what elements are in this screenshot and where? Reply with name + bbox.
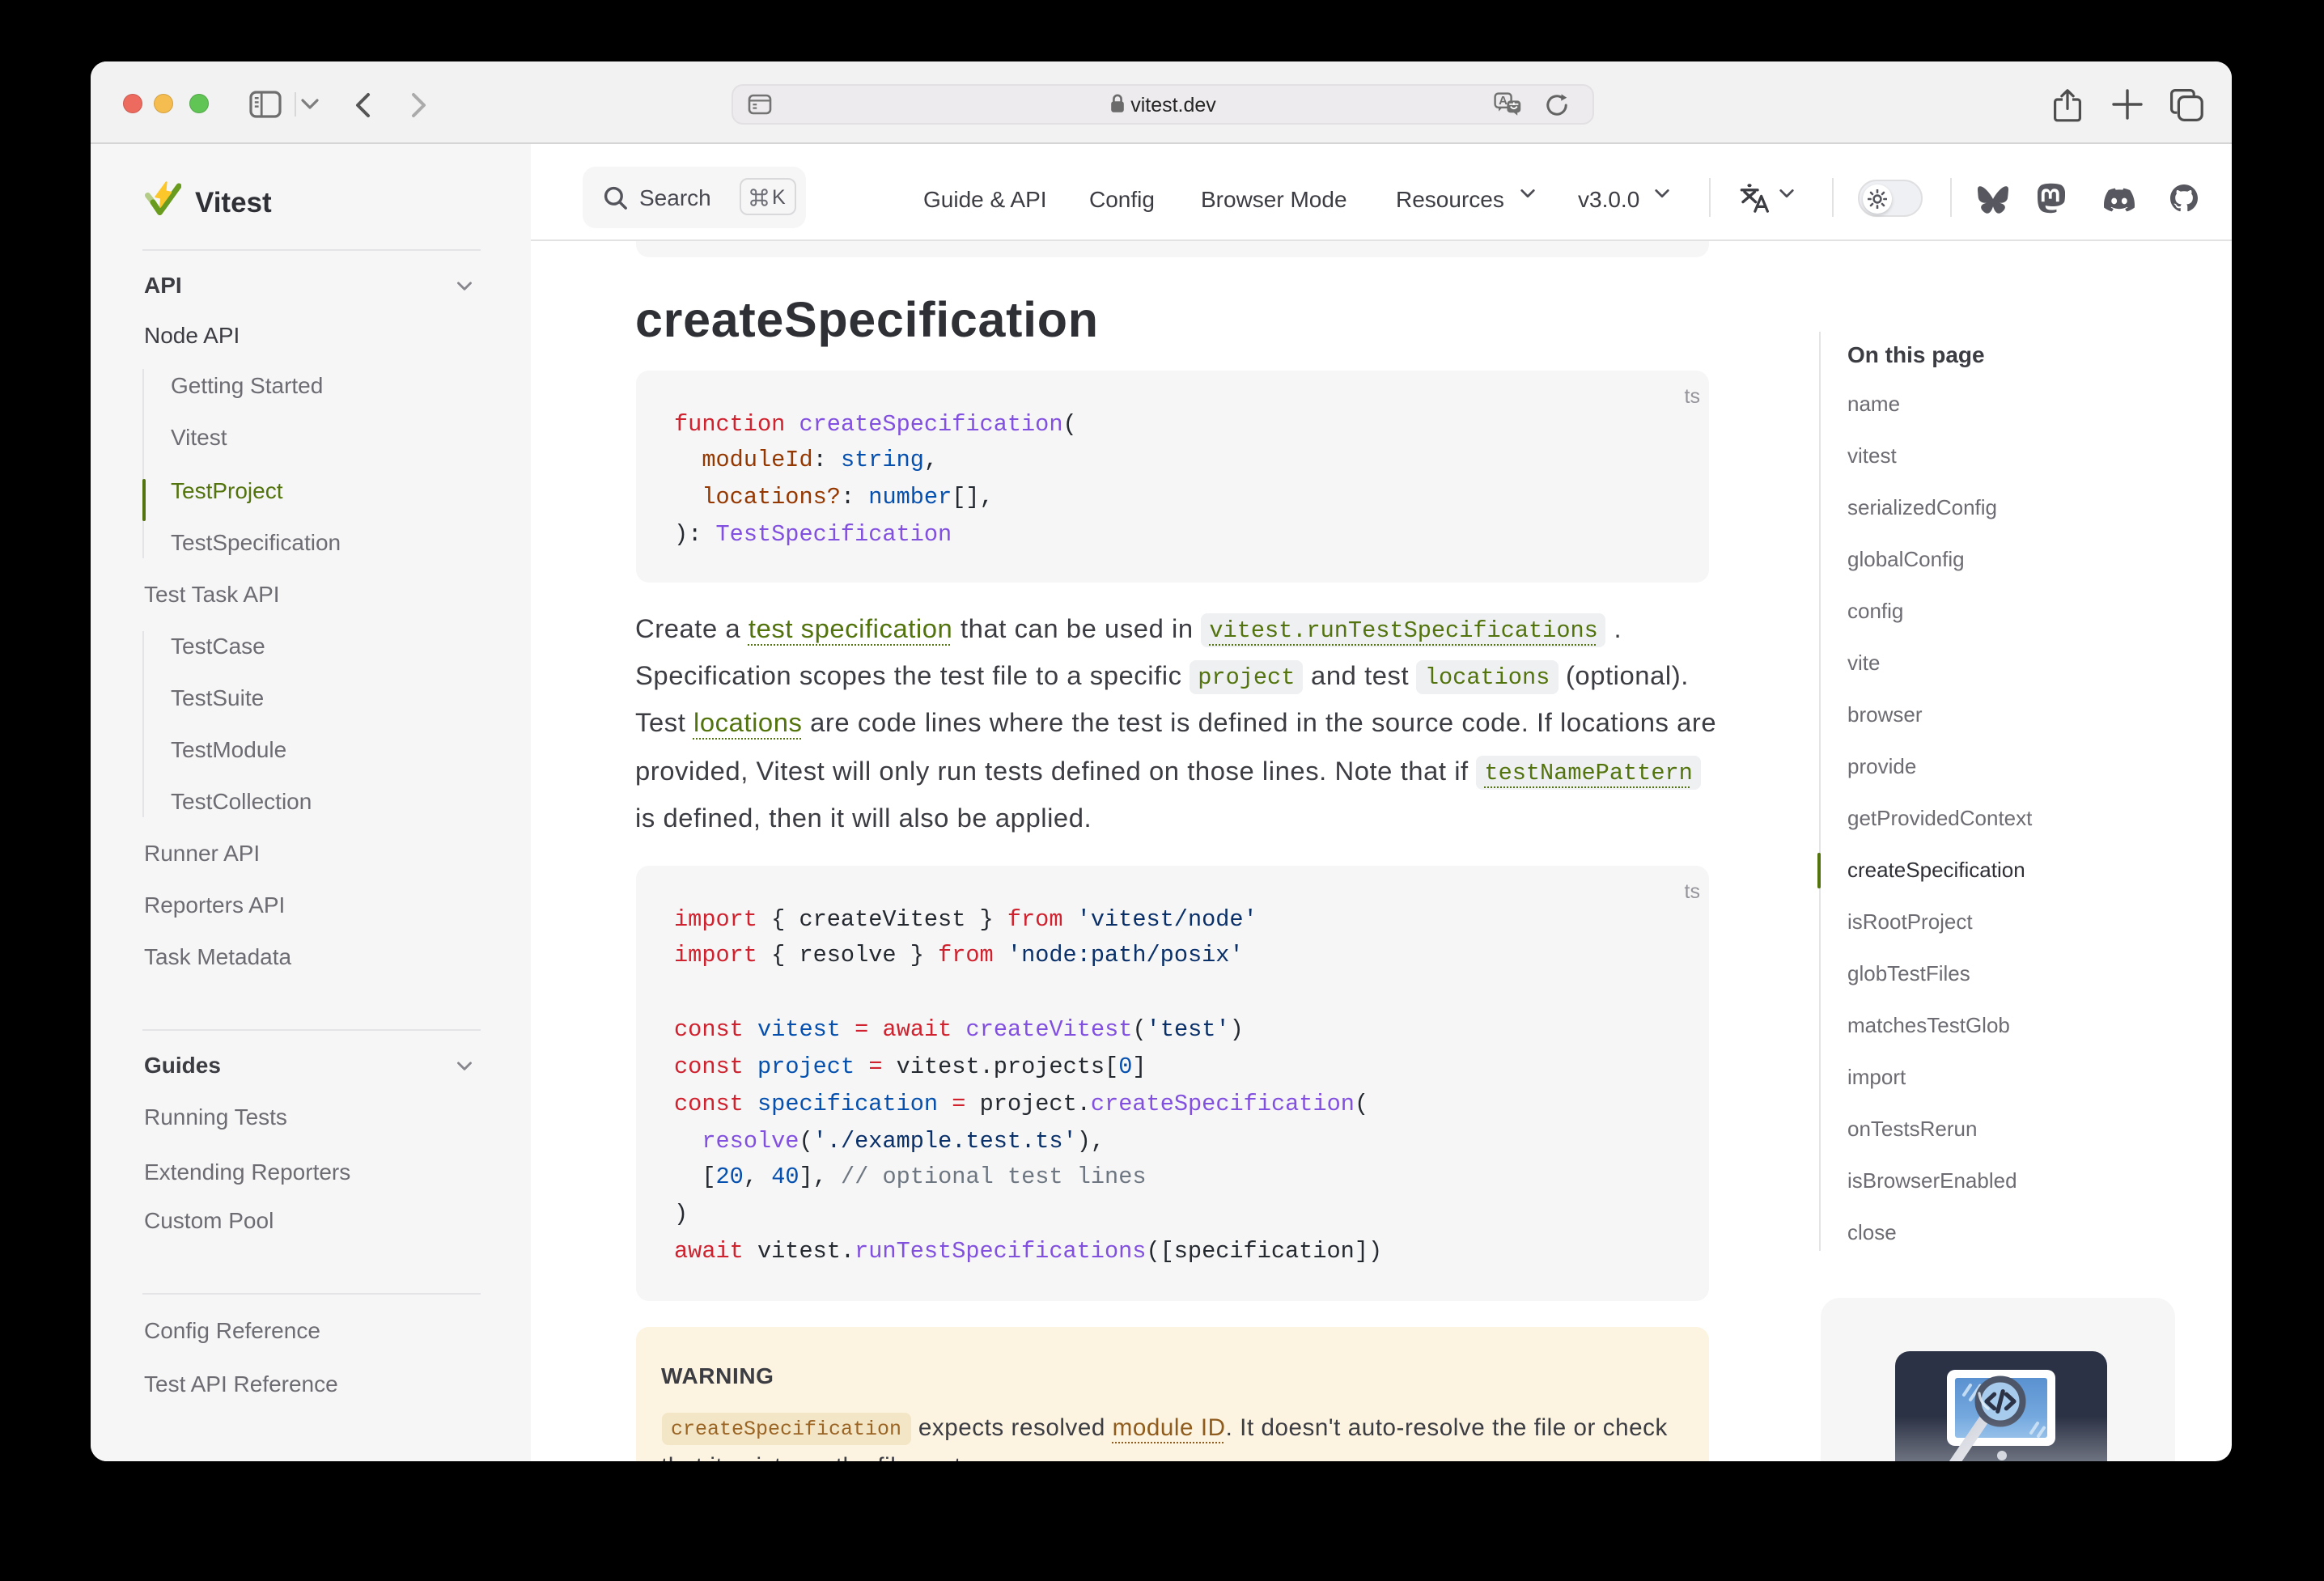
- svg-text:A: A: [1499, 94, 1508, 108]
